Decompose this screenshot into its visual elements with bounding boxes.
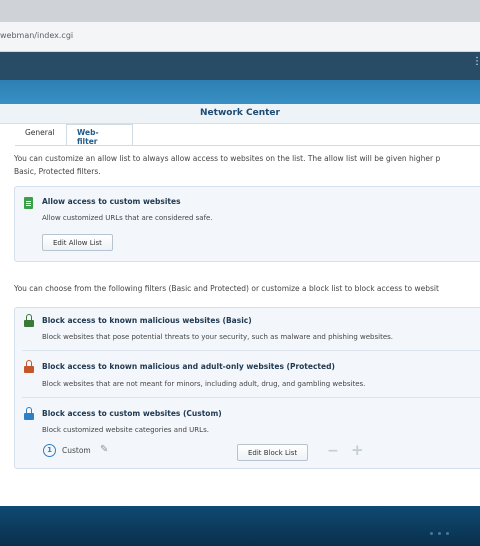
tab-divider: [15, 145, 480, 146]
green-lock-icon: [24, 314, 34, 327]
edit-block-list-button[interactable]: Edit Block List: [237, 444, 309, 461]
block-custom-description: Block customized website categories and …: [42, 426, 209, 434]
allow-list-description-line1: You can customize an allow list to alway…: [14, 154, 441, 163]
block-list-description: You can choose from the following filter…: [14, 284, 439, 293]
tab-general[interactable]: General: [25, 128, 55, 137]
document-icon: [24, 197, 33, 209]
window-titlebar[interactable]: Network Center: [0, 104, 480, 124]
allow-custom-description: Allow customized URLs that are considere…: [42, 214, 213, 222]
browser-tab-strip: [0, 0, 480, 22]
url-text[interactable]: webman/index.cgi: [0, 31, 73, 40]
block-list-panel: Block access to known malicious websites…: [14, 307, 480, 469]
block-protected-description: Block websites that are not meant for mi…: [42, 380, 366, 388]
edit-allow-list-button[interactable]: Edit Allow List: [42, 234, 113, 251]
block-basic-title: Block access to known malicious websites…: [42, 316, 252, 325]
taskbar-indicator: [430, 520, 470, 535]
window-title: Network Center: [200, 108, 280, 118]
browser-address-bar[interactable]: webman/index.cgi: [0, 22, 480, 52]
minus-icon[interactable]: −: [327, 443, 339, 459]
network-center-window: Network Center General Web-filter You ca…: [0, 104, 480, 506]
pencil-icon[interactable]: ✎: [100, 444, 108, 455]
block-protected-title: Block access to known malicious and adul…: [42, 362, 335, 371]
block-custom-title: Block access to custom websites (Custom): [42, 409, 222, 418]
block-basic-description: Block websites that pose potential threa…: [42, 333, 394, 341]
custom-label: Custom: [62, 446, 91, 455]
allow-list-description-line2: Basic, Protected filters.: [14, 167, 101, 176]
item-divider: [22, 350, 480, 351]
custom-count-badge: 1: [43, 444, 56, 457]
orange-lock-icon: [24, 360, 34, 373]
tab-web-filter[interactable]: Web-filter: [77, 128, 99, 146]
item-divider: [22, 397, 480, 398]
dsm-top-bar: ⋮: [0, 52, 480, 80]
taskbar-options-icon[interactable]: ⋮: [472, 57, 480, 74]
allow-custom-title: Allow access to custom websites: [42, 197, 181, 206]
allow-list-panel: Allow access to custom websites Allow cu…: [14, 186, 480, 262]
plus-icon[interactable]: +: [351, 441, 364, 459]
desktop-background: [0, 80, 480, 104]
dsm-taskbar: [0, 506, 480, 546]
blue-lock-icon: [24, 407, 34, 420]
